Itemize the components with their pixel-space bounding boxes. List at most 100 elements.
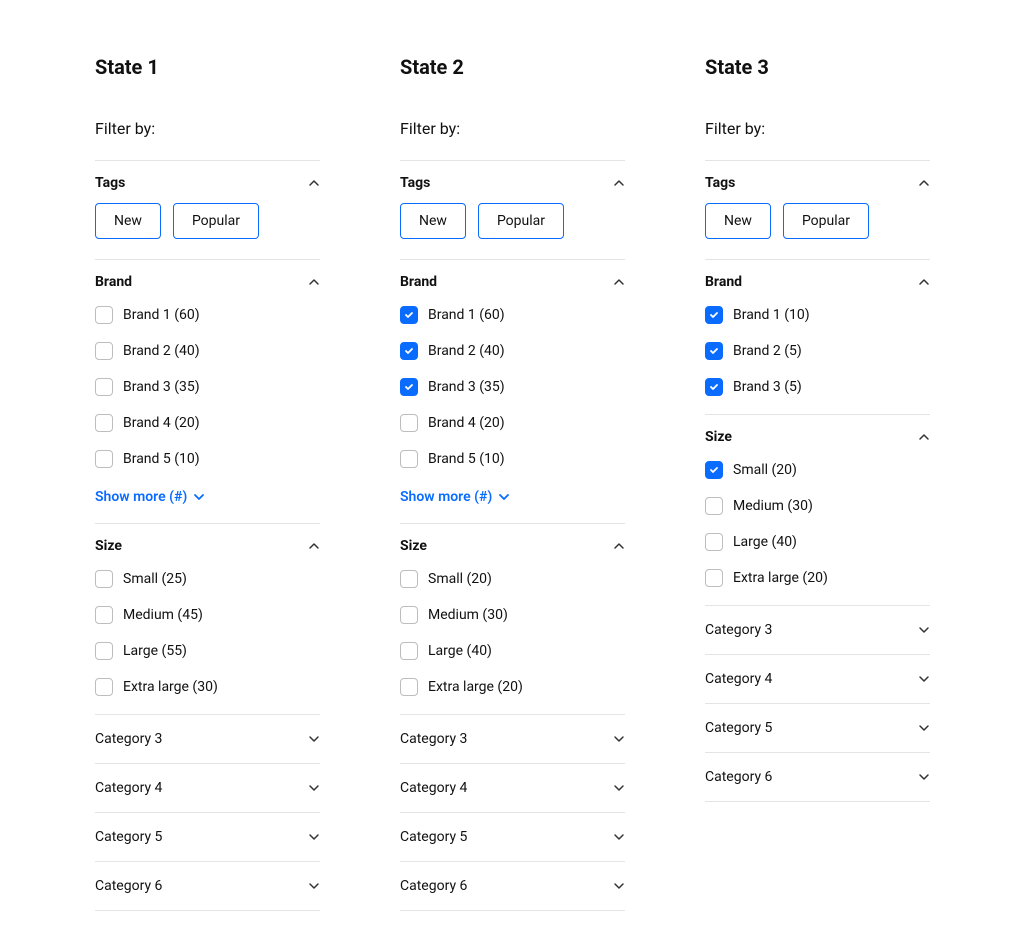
chevron-down-icon bbox=[613, 733, 625, 745]
size-item[interactable]: Medium (45) bbox=[95, 606, 320, 624]
checkbox[interactable] bbox=[95, 414, 113, 432]
category-row[interactable]: Category 6 bbox=[400, 861, 625, 911]
checkbox[interactable] bbox=[95, 642, 113, 660]
category-row[interactable]: Category 5 bbox=[705, 703, 930, 752]
size-header[interactable]: Size bbox=[705, 415, 930, 457]
category-label: Category 4 bbox=[705, 671, 772, 687]
tag-popular[interactable]: Popular bbox=[783, 203, 869, 239]
size-item[interactable]: Small (20) bbox=[705, 461, 930, 479]
checkbox[interactable] bbox=[400, 378, 418, 396]
tags-header[interactable]: Tags bbox=[95, 161, 320, 203]
checkbox[interactable] bbox=[400, 642, 418, 660]
size-item[interactable]: Extra large (30) bbox=[95, 678, 320, 696]
tag-new[interactable]: New bbox=[95, 203, 161, 239]
checkbox[interactable] bbox=[705, 497, 723, 515]
category-row[interactable]: Category 6 bbox=[95, 861, 320, 911]
brand-item[interactable]: Brand 3 (35) bbox=[400, 378, 625, 396]
size-item[interactable]: Small (20) bbox=[400, 570, 625, 588]
category-row[interactable]: Category 6 bbox=[705, 752, 930, 802]
brand-header[interactable]: Brand bbox=[400, 260, 625, 302]
checkbox[interactable] bbox=[705, 461, 723, 479]
size-label: Medium (30) bbox=[428, 607, 508, 623]
category-row[interactable]: Category 3 bbox=[705, 605, 930, 654]
size-item[interactable]: Large (40) bbox=[705, 533, 930, 551]
show-more-link[interactable]: Show more (#) bbox=[400, 489, 510, 523]
size-item[interactable]: Large (55) bbox=[95, 642, 320, 660]
tag-new[interactable]: New bbox=[705, 203, 771, 239]
category-label: Category 5 bbox=[95, 829, 162, 845]
checkbox[interactable] bbox=[705, 569, 723, 587]
category-row[interactable]: Category 4 bbox=[705, 654, 930, 703]
checkbox[interactable] bbox=[705, 342, 723, 360]
checkbox[interactable] bbox=[95, 606, 113, 624]
category-row[interactable]: Category 3 bbox=[400, 714, 625, 763]
category-row[interactable]: Category 5 bbox=[400, 812, 625, 861]
category-label: Category 6 bbox=[705, 769, 772, 785]
size-item[interactable]: Medium (30) bbox=[400, 606, 625, 624]
size-label: Extra large (20) bbox=[733, 570, 828, 586]
brand-item[interactable]: Brand 2 (5) bbox=[705, 342, 930, 360]
checkbox[interactable] bbox=[95, 342, 113, 360]
brand-item[interactable]: Brand 1 (10) bbox=[705, 306, 930, 324]
checkbox[interactable] bbox=[705, 306, 723, 324]
size-header[interactable]: Size bbox=[95, 524, 320, 566]
brand-header[interactable]: Brand bbox=[95, 260, 320, 302]
size-item[interactable]: Small (25) bbox=[95, 570, 320, 588]
chevron-down-icon bbox=[613, 880, 625, 892]
brand-item[interactable]: Brand 2 (40) bbox=[95, 342, 320, 360]
size-item[interactable]: Large (40) bbox=[400, 642, 625, 660]
tag-popular[interactable]: Popular bbox=[173, 203, 259, 239]
brand-item[interactable]: Brand 3 (5) bbox=[705, 378, 930, 396]
category-label: Category 3 bbox=[705, 622, 772, 638]
show-more-link[interactable]: Show more (#) bbox=[95, 489, 205, 523]
brand-item[interactable]: Brand 4 (20) bbox=[400, 414, 625, 432]
checkbox[interactable] bbox=[400, 306, 418, 324]
category-row[interactable]: Category 5 bbox=[95, 812, 320, 861]
brand-item[interactable]: Brand 1 (60) bbox=[95, 306, 320, 324]
brand-item[interactable]: Brand 5 (10) bbox=[400, 450, 625, 468]
checkbox[interactable] bbox=[95, 570, 113, 588]
brand-item[interactable]: Brand 1 (60) bbox=[400, 306, 625, 324]
brand-item[interactable]: Brand 4 (20) bbox=[95, 414, 320, 432]
size-item[interactable]: Medium (30) bbox=[705, 497, 930, 515]
tags-header[interactable]: Tags bbox=[705, 161, 930, 203]
brand-item[interactable]: Brand 3 (35) bbox=[95, 378, 320, 396]
category-row[interactable]: Category 4 bbox=[400, 763, 625, 812]
size-section: Size Small (20) Medium (30) Large (40) bbox=[705, 414, 930, 605]
brand-list: Brand 1 (60) Brand 2 (40) Brand 3 (35) B… bbox=[95, 302, 320, 486]
chevron-up-icon bbox=[613, 540, 625, 552]
brand-header[interactable]: Brand bbox=[705, 260, 930, 302]
checkbox[interactable] bbox=[95, 306, 113, 324]
checkbox[interactable] bbox=[400, 570, 418, 588]
brand-item[interactable]: Brand 5 (10) bbox=[95, 450, 320, 468]
tags-header[interactable]: Tags bbox=[400, 161, 625, 203]
brand-label: Brand 3 (35) bbox=[123, 379, 200, 395]
size-label: Large (55) bbox=[123, 643, 187, 659]
size-item[interactable]: Extra large (20) bbox=[705, 569, 930, 587]
brand-item[interactable]: Brand 2 (40) bbox=[400, 342, 625, 360]
checkbox[interactable] bbox=[95, 450, 113, 468]
category-row[interactable]: Category 4 bbox=[95, 763, 320, 812]
tags-section: Tags New Popular bbox=[400, 160, 625, 259]
tag-new[interactable]: New bbox=[400, 203, 466, 239]
checkbox[interactable] bbox=[95, 678, 113, 696]
checkbox[interactable] bbox=[705, 533, 723, 551]
chevron-down-icon bbox=[918, 673, 930, 685]
tag-popular[interactable]: Popular bbox=[478, 203, 564, 239]
brand-title: Brand bbox=[400, 274, 437, 290]
checkbox[interactable] bbox=[705, 378, 723, 396]
chevron-up-icon bbox=[918, 431, 930, 443]
checkbox[interactable] bbox=[400, 450, 418, 468]
size-item[interactable]: Extra large (20) bbox=[400, 678, 625, 696]
checkbox[interactable] bbox=[400, 342, 418, 360]
states-container: State 1 Filter by: Tags New Popular Bran… bbox=[95, 55, 934, 911]
checkbox[interactable] bbox=[400, 678, 418, 696]
size-header[interactable]: Size bbox=[400, 524, 625, 566]
brand-label: Brand 4 (20) bbox=[428, 415, 505, 431]
checkbox[interactable] bbox=[95, 378, 113, 396]
checkbox[interactable] bbox=[400, 414, 418, 432]
chevron-down-icon bbox=[918, 771, 930, 783]
category-row[interactable]: Category 3 bbox=[95, 714, 320, 763]
checkbox[interactable] bbox=[400, 606, 418, 624]
category-label: Category 4 bbox=[400, 780, 467, 796]
